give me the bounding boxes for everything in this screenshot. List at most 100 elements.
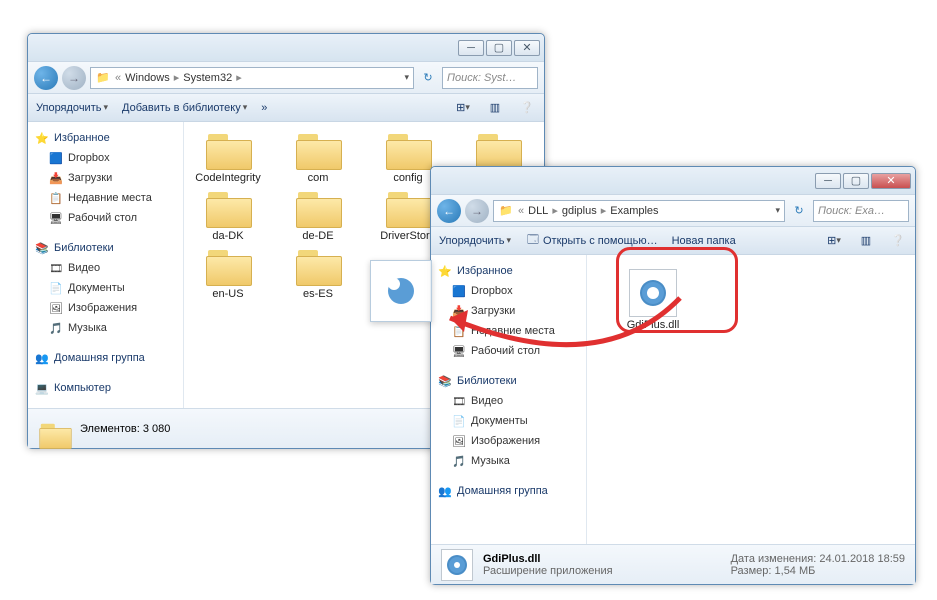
status-date: 24.01.2018 18:59 (819, 553, 905, 565)
sidebar-item-dropbox[interactable]: 🟦Dropbox (435, 281, 582, 301)
homegroup-icon: 👥 (437, 483, 453, 499)
sidebar-computer-header[interactable]: 💻Компьютер (32, 378, 179, 398)
folder-label: config (393, 172, 422, 184)
folder-item[interactable]: de-DE (282, 188, 354, 242)
folder-label: CodeIntegrity (195, 172, 260, 184)
maximize-button[interactable]: ▢ (843, 173, 869, 189)
help-icon[interactable]: ❔ (889, 232, 907, 250)
forward-button[interactable]: → (62, 66, 86, 90)
folder-icon (204, 246, 252, 286)
sidebar-item-music[interactable]: 🎵Музыка (32, 318, 179, 338)
view-options-icon[interactable]: ⊞ ▾ (454, 99, 472, 117)
images-icon: 🖼 (48, 300, 64, 316)
libraries-icon: 📚 (34, 240, 50, 256)
video-icon: 🎞 (48, 260, 64, 276)
search-input[interactable]: Поиск: Exa… (813, 200, 909, 222)
titlebar[interactable]: ─ ▢ ✕ (28, 34, 544, 62)
sidebar-favorites-header[interactable]: ⭐Избранное (435, 261, 582, 281)
star-icon: ⭐ (437, 263, 453, 279)
folder-label: com (308, 172, 329, 184)
libraries-icon: 📚 (437, 373, 453, 389)
folder-icon (474, 130, 522, 170)
status-filename: GdiPlus.dll (483, 553, 540, 565)
sidebar-item-music[interactable]: 🎵Музыка (435, 451, 582, 471)
sidebar-favorites-header[interactable]: ⭐Избранное (32, 128, 179, 148)
add-to-library-menu[interactable]: Добавить в библиотеку ▾ (122, 102, 247, 114)
sidebar-item-desktop[interactable]: 🖥Рабочий стол (32, 208, 179, 228)
desktop-icon: 🖥 (48, 210, 64, 226)
search-input[interactable]: Поиск: Syst… (442, 67, 538, 89)
search-placeholder: Поиск: Syst… (447, 72, 516, 84)
folder-icon (204, 188, 252, 228)
folder-item[interactable]: en-US (192, 246, 264, 300)
minimize-button[interactable]: ─ (458, 40, 484, 56)
view-options-icon[interactable]: ⊞ ▾ (825, 232, 843, 250)
minimize-button[interactable]: ─ (815, 173, 841, 189)
forward-button[interactable]: → (465, 199, 489, 223)
folder-item[interactable]: com (282, 130, 354, 184)
sidebar-item-documents[interactable]: 📄Документы (435, 411, 582, 431)
address-bar[interactable]: 📁 « DLL ▸ gdiplus ▸ Examples ▾ (493, 200, 785, 222)
search-placeholder: Поиск: Exa… (818, 205, 885, 217)
folder-item[interactable]: CodeIntegrity (192, 130, 264, 184)
preview-pane-icon[interactable]: ▥ (857, 232, 875, 250)
address-bar[interactable]: 📁 « Windows ▸ System32 ▸ ▾ (90, 67, 414, 89)
recent-icon: 📋 (48, 190, 64, 206)
sidebar-homegroup-header[interactable]: 👥Домашняя группа (32, 348, 179, 368)
sidebar-item-recent[interactable]: 📋Недавние места (435, 321, 582, 341)
refresh-button[interactable]: ↻ (418, 68, 438, 88)
sidebar-item-recent[interactable]: 📋Недавние места (32, 188, 179, 208)
breadcrumb[interactable]: gdiplus (562, 205, 597, 217)
folder-item[interactable]: da-DK (192, 188, 264, 242)
sidebar-item-dropbox[interactable]: 🟦Dropbox (32, 148, 179, 168)
star-icon: ⭐ (34, 130, 50, 146)
sidebar-item-desktop[interactable]: 🖥Рабочий стол (435, 341, 582, 361)
organize-menu[interactable]: Упорядочить ▾ (36, 102, 108, 114)
sidebar-item-downloads[interactable]: 📥Загрузки (32, 168, 179, 188)
toolbar: Упорядочить ▾ Добавить в библиотеку ▾ » … (28, 94, 544, 122)
sidebar-item-images[interactable]: 🖼Изображения (435, 431, 582, 451)
file-gdiplus-dll[interactable]: GdiPlus.dll (617, 269, 689, 331)
breadcrumb[interactable]: Windows (125, 72, 170, 84)
status-filetype: Расширение приложения (483, 565, 721, 577)
folder-item[interactable]: es-ES (282, 246, 354, 300)
sidebar-item-images[interactable]: 🖼Изображения (32, 298, 179, 318)
folder-icon: 📁 (95, 70, 111, 86)
open-with-icon: 🗔 (525, 233, 541, 249)
navbar: ← → 📁 « DLL ▸ gdiplus ▸ Examples ▾ ↻ Пои… (431, 195, 915, 227)
sidebar-item-video[interactable]: 🎞Видео (435, 391, 582, 411)
preview-pane-icon[interactable]: ▥ (486, 99, 504, 117)
maximize-button[interactable]: ▢ (486, 40, 512, 56)
chevron-down-icon[interactable]: ▾ (404, 72, 409, 83)
chevron-down-icon[interactable]: ▾ (775, 205, 780, 216)
close-button[interactable]: ✕ (514, 40, 540, 56)
sidebar-item-documents[interactable]: 📄Документы (32, 278, 179, 298)
status-date-label: Дата изменения: (731, 553, 817, 565)
organize-menu[interactable]: Упорядочить ▾ (439, 235, 511, 247)
status-size-label: Размер: (731, 565, 772, 577)
folder-label: da-DK (212, 230, 243, 242)
content-pane[interactable]: GdiPlus.dll (587, 255, 915, 544)
help-icon[interactable]: ❔ (518, 99, 536, 117)
close-button[interactable]: ✕ (871, 173, 911, 189)
sidebar-libraries-header[interactable]: 📚Библиотеки (435, 371, 582, 391)
breadcrumb[interactable]: System32 (183, 72, 232, 84)
sidebar-homegroup-header[interactable]: 👥Домашняя группа (435, 481, 582, 501)
titlebar[interactable]: ─ ▢ ✕ (431, 167, 915, 195)
dropbox-icon: 🟦 (451, 283, 467, 299)
desktop-icon: 🖥 (451, 343, 467, 359)
sidebar-item-video[interactable]: 🎞Видео (32, 258, 179, 278)
back-button[interactable]: ← (437, 199, 461, 223)
open-with-button[interactable]: 🗔Открыть с помощью… (525, 233, 658, 249)
sidebar-libraries-header[interactable]: 📚Библиотеки (32, 238, 179, 258)
toolbar-more[interactable]: » (261, 102, 267, 114)
back-button[interactable]: ← (34, 66, 58, 90)
folder-icon (204, 130, 252, 170)
breadcrumb[interactable]: Examples (610, 205, 658, 217)
folder-icon: 📁 (498, 203, 514, 219)
breadcrumb[interactable]: DLL (528, 205, 548, 217)
new-folder-button[interactable]: Новая папка (672, 235, 736, 247)
computer-icon: 💻 (34, 380, 50, 396)
sidebar-item-downloads[interactable]: 📥Загрузки (435, 301, 582, 321)
refresh-button[interactable]: ↻ (789, 201, 809, 221)
